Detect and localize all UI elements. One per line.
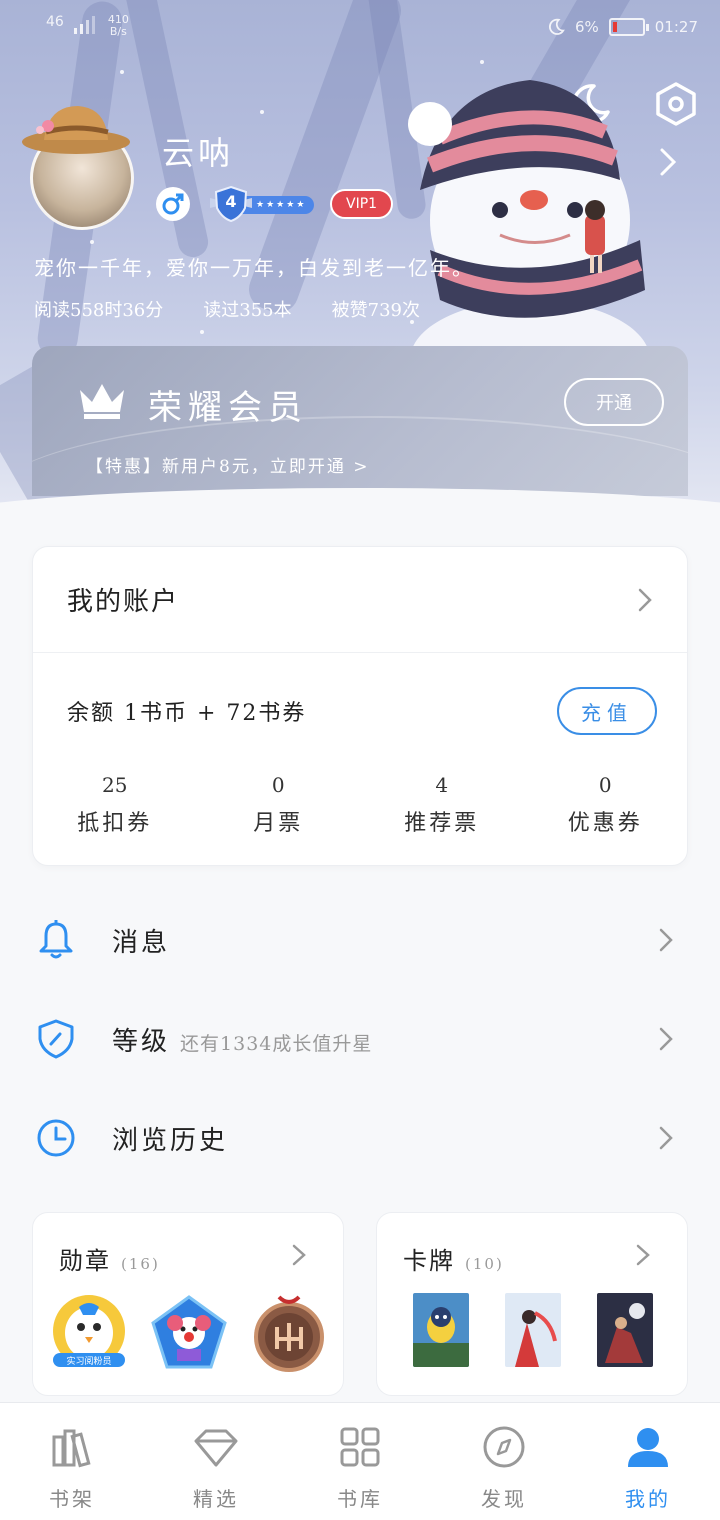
account-title: 我的账户: [67, 587, 180, 617]
diamond-icon: [194, 1429, 238, 1467]
tab-library[interactable]: 书库: [288, 1403, 432, 1520]
status-bar: 46 410 B/s 6% 01:27: [0, 0, 720, 56]
signal-icon: [73, 16, 95, 34]
menu-item-level[interactable]: 等级 还有1334成长值升星: [0, 989, 720, 1089]
medals-count: (16): [121, 1255, 160, 1273]
cards-count: (10): [465, 1255, 504, 1273]
menu-item-history[interactable]: 浏览历史: [0, 1088, 720, 1188]
ticket-coupon[interactable]: 0 优惠券: [524, 773, 688, 837]
grid-icon: [340, 1427, 380, 1467]
tab-discover[interactable]: 发现: [432, 1403, 576, 1520]
likes-stat: 被赞739次: [331, 300, 420, 321]
straw-hat-decoration: [22, 106, 130, 154]
read-time-stat: 阅读558时36分: [34, 300, 164, 321]
medals-card[interactable]: 勋章 (16) 实习阅粉员: [32, 1212, 344, 1396]
cards-card[interactable]: 卡牌 (10): [376, 1212, 688, 1396]
user-motto: 宠你一千年，爱你一万年，白发到老一亿年。: [34, 256, 474, 280]
level-number: 4: [225, 192, 237, 211]
chevron-right-icon: [636, 1244, 650, 1266]
card-thumbnail[interactable]: [597, 1293, 653, 1367]
recharge-button[interactable]: 充值: [557, 687, 657, 735]
vip-promo-link[interactable]: 【特惠】新用户8元，立即开通 >: [86, 452, 369, 477]
clown-medal-icon[interactable]: [149, 1293, 229, 1373]
clock-icon: [37, 1119, 75, 1157]
menu-item-messages[interactable]: 消息: [0, 890, 720, 990]
user-icon: [628, 1428, 668, 1467]
ticket-monthly[interactable]: 0 月票: [197, 773, 361, 837]
tab-bookshelf[interactable]: 书架: [0, 1403, 144, 1520]
menu-label-messages: 消息: [112, 927, 171, 958]
penguin-medal-icon[interactable]: 实习阅粉员: [49, 1293, 129, 1373]
vip-open-button[interactable]: 开通: [564, 378, 664, 426]
vip-title: 荣耀会员: [148, 388, 308, 428]
level-badge[interactable]: ★ ★ ★ ★ ★ 4: [204, 186, 316, 222]
battery-percent: 6%: [574, 18, 599, 36]
ticket-recommend[interactable]: 4 推荐票: [360, 773, 524, 837]
moon-small-icon: [548, 18, 565, 35]
username: 云呐: [162, 134, 235, 172]
card-thumbnail[interactable]: [413, 1293, 469, 1367]
ticket-row: 25 抵扣券 0 月票 4 推荐票 0 优惠券: [33, 773, 687, 837]
card-thumbnail[interactable]: [505, 1293, 561, 1367]
menu-label-level: 等级 还有1334成长值升星: [112, 1026, 373, 1057]
clock: 01:27: [654, 18, 698, 36]
bookshelf-icon: [52, 1429, 91, 1468]
battery-icon: [608, 18, 649, 36]
crown-icon: [80, 384, 124, 419]
shield-icon: [38, 1019, 74, 1059]
cards-title: 卡牌 (10): [403, 1247, 504, 1275]
account-card: 我的账户 余额 1书币 + 72书券 充值 25 抵扣券 0 月票 4 推荐票 …: [32, 546, 688, 866]
avatar-container[interactable]: [16, 100, 146, 230]
chevron-right-icon: [292, 1244, 306, 1266]
medal-caption: 实习阅粉员: [66, 1355, 111, 1367]
balance-row: 余额 1书币 + 72书券 充值: [67, 687, 657, 735]
user-badges: ★ ★ ★ ★ ★ 4 VIP1: [156, 186, 394, 222]
account-header[interactable]: 我的账户: [33, 547, 687, 653]
level-hint: 还有1334成长值升星: [180, 1032, 373, 1055]
network-speed: 410 B/s: [107, 13, 129, 38]
ticket-deduction[interactable]: 25 抵扣券: [33, 773, 197, 837]
menu-label-history: 浏览历史: [112, 1125, 229, 1156]
chevron-right-icon: [638, 588, 652, 611]
tab-mine[interactable]: 我的: [576, 1403, 720, 1520]
chevron-right-icon: [659, 1126, 673, 1150]
balance-text: 余额 1书币 + 72书券: [67, 701, 307, 726]
bottom-tab-bar: 书架 精选 书库 发现 我的: [0, 1402, 720, 1520]
vip-badge[interactable]: VIP1: [330, 189, 394, 219]
vip-membership-card[interactable]: 荣耀会员 开通 【特惠】新用户8元，立即开通 >: [32, 346, 688, 496]
signal-indicator: 46: [46, 14, 64, 30]
books-read-stat: 读过355本: [203, 300, 292, 321]
chevron-right-icon: [659, 928, 673, 952]
profile-header: 46 410 B/s 6% 01:27 云呐 ★ ★ ★ ★ ★ 4 VIP1 …: [0, 0, 720, 520]
chevron-right-icon: [659, 1027, 673, 1051]
reading-stats: 阅读558时36分 读过355本 被赞739次: [34, 296, 420, 322]
snowman-illustration: [408, 80, 650, 370]
tab-featured[interactable]: 精选: [144, 1403, 288, 1520]
bell-icon: [39, 920, 73, 959]
bronze-medal-icon[interactable]: [249, 1293, 329, 1373]
male-gender-icon: [156, 187, 190, 221]
medals-title: 勋章 (16): [59, 1247, 160, 1275]
compass-icon: [483, 1426, 525, 1468]
